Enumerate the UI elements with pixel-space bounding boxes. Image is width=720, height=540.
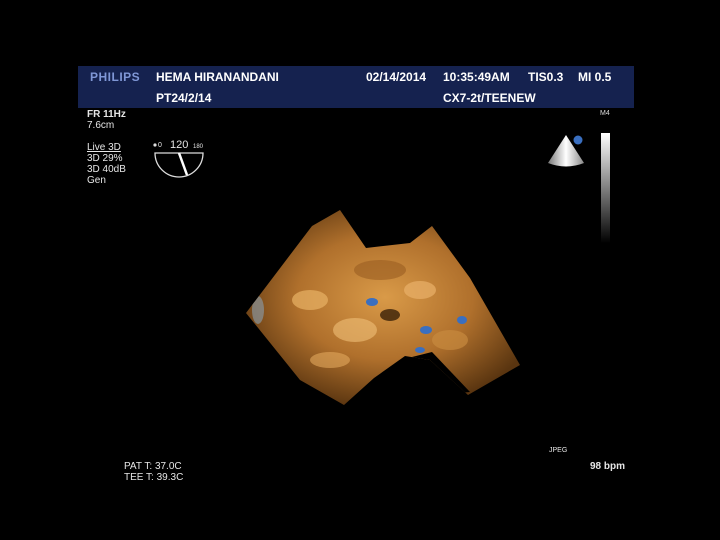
tissue-volume	[246, 210, 520, 405]
volume-render	[246, 210, 520, 405]
patient-temp: PAT T: 37.0C	[124, 461, 182, 472]
format-label: JPEG	[549, 447, 568, 454]
heart-rate: 98 bpm	[590, 461, 626, 472]
ultrasound-display: { "header": { "brand": "PHILIPS", "patie…	[0, 0, 720, 540]
tee-temp: TEE T: 39.3C	[124, 472, 184, 483]
